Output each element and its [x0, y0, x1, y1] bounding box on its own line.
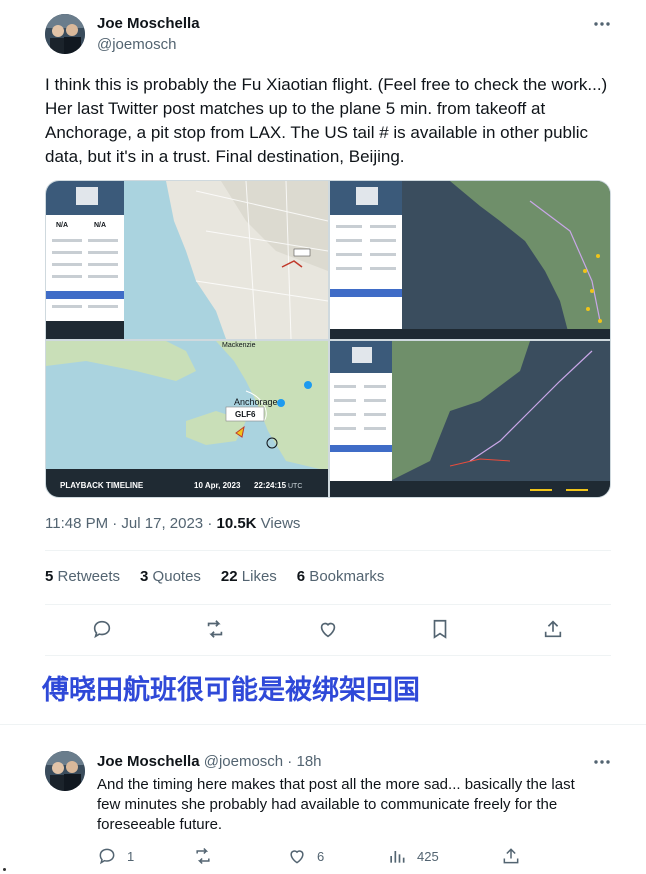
playback-tz: UTC [288, 483, 302, 490]
more-icon[interactable] [592, 14, 612, 34]
reply-text: And the timing here makes that post all … [97, 776, 575, 833]
map-label-top: Mackenzie [222, 342, 256, 349]
divider [0, 724, 646, 725]
reply-action-views[interactable]: 425 [387, 846, 439, 866]
reply-icon[interactable] [91, 618, 113, 640]
avatar[interactable] [45, 14, 85, 54]
views-label: Views [256, 515, 301, 532]
timestamp-text: 11:48 PM · Jul 17, 2023 · [45, 515, 217, 532]
callsign-label: GLF6 [235, 410, 256, 419]
bookmarks-count: 6 [296, 568, 306, 585]
retweets-stat[interactable]: 5 Retweets [45, 568, 120, 585]
reply-actions: 1 6 425 [97, 846, 527, 868]
reply-action-like[interactable]: 6 [287, 846, 324, 866]
retweet-icon[interactable] [204, 618, 226, 640]
map-image-asia[interactable] [330, 341, 610, 497]
reply-tweet[interactable]: Joe Moschella @joemosch · 18h And the ti… [0, 737, 646, 874]
divider [45, 604, 611, 605]
reply-author-name: Joe Moschella [97, 753, 200, 770]
view-count: 425 [417, 848, 439, 864]
tweet-text: I think this is probably the Fu Xiaotian… [45, 75, 608, 166]
divider [45, 550, 611, 551]
edge-dot [3, 868, 6, 871]
views-count: 10.5K [216, 515, 257, 532]
likes-count: 22 [220, 568, 238, 585]
avatar[interactable] [45, 751, 85, 791]
retweet-icon [196, 847, 210, 865]
bookmarks-label: Bookmarks [305, 568, 385, 585]
panel-na-2: N/A [94, 222, 106, 229]
bookmark-icon[interactable] [429, 618, 451, 640]
share-icon [503, 848, 519, 864]
panel-na-1: N/A [56, 222, 68, 229]
tweet-actions [45, 612, 611, 646]
reply-author[interactable]: Joe Moschella @joemosch · 18h [97, 753, 322, 770]
chinese-caption-banner: 傅晓田航班很可能是被绑架回国 [42, 675, 420, 706]
quotes-stat[interactable]: 3 Quotes [140, 568, 201, 585]
author-name[interactable]: Joe Moschella [97, 15, 200, 32]
like-icon [290, 850, 304, 864]
reply-action-share[interactable] [501, 846, 521, 866]
reply-count: 1 [127, 848, 135, 864]
divider [45, 655, 611, 656]
engagement-stats: 5 Retweets 3 Quotes 22 Likes 6 Bookmarks [45, 568, 384, 585]
like-count: 6 [317, 848, 325, 864]
views-icon [390, 851, 405, 863]
retweets-label: Retweets [53, 568, 121, 585]
map-image-la[interactable]: N/A N/A [46, 181, 328, 339]
likes-stat[interactable]: 22 Likes [221, 568, 277, 585]
map-image-anchorage[interactable]: Anchorage Mackenzie GLF6 PLAYBACK TIMELI… [46, 341, 328, 497]
likes-label: Likes [237, 568, 277, 585]
author-handle[interactable]: @joemosch [97, 36, 176, 53]
playback-date: 10 Apr, 2023 [194, 481, 241, 490]
like-icon[interactable] [317, 618, 339, 640]
bookmarks-stat[interactable]: 6 Bookmarks [297, 568, 385, 585]
map-label-anchorage: Anchorage [234, 397, 278, 407]
map-image-pacific[interactable] [330, 181, 610, 339]
quotes-label: Quotes [148, 568, 201, 585]
more-icon[interactable] [592, 752, 612, 772]
playback-time: 22:24:15 [254, 481, 287, 490]
share-icon[interactable] [542, 618, 564, 640]
playback-title: PLAYBACK TIMELINE [60, 481, 144, 490]
reply-author-handle: @joemosch · 18h [203, 753, 322, 770]
media-grid[interactable]: N/A N/A Anchorage Mackenzie GLF6 PLAYBAC… [45, 180, 611, 498]
reply-action-reply[interactable]: 1 [97, 846, 134, 866]
reply-icon [99, 848, 115, 865]
tweet-timestamp[interactable]: 11:48 PM · Jul 17, 2023 · 10.5K Views [45, 515, 300, 532]
reply-action-retweet[interactable] [193, 846, 213, 866]
